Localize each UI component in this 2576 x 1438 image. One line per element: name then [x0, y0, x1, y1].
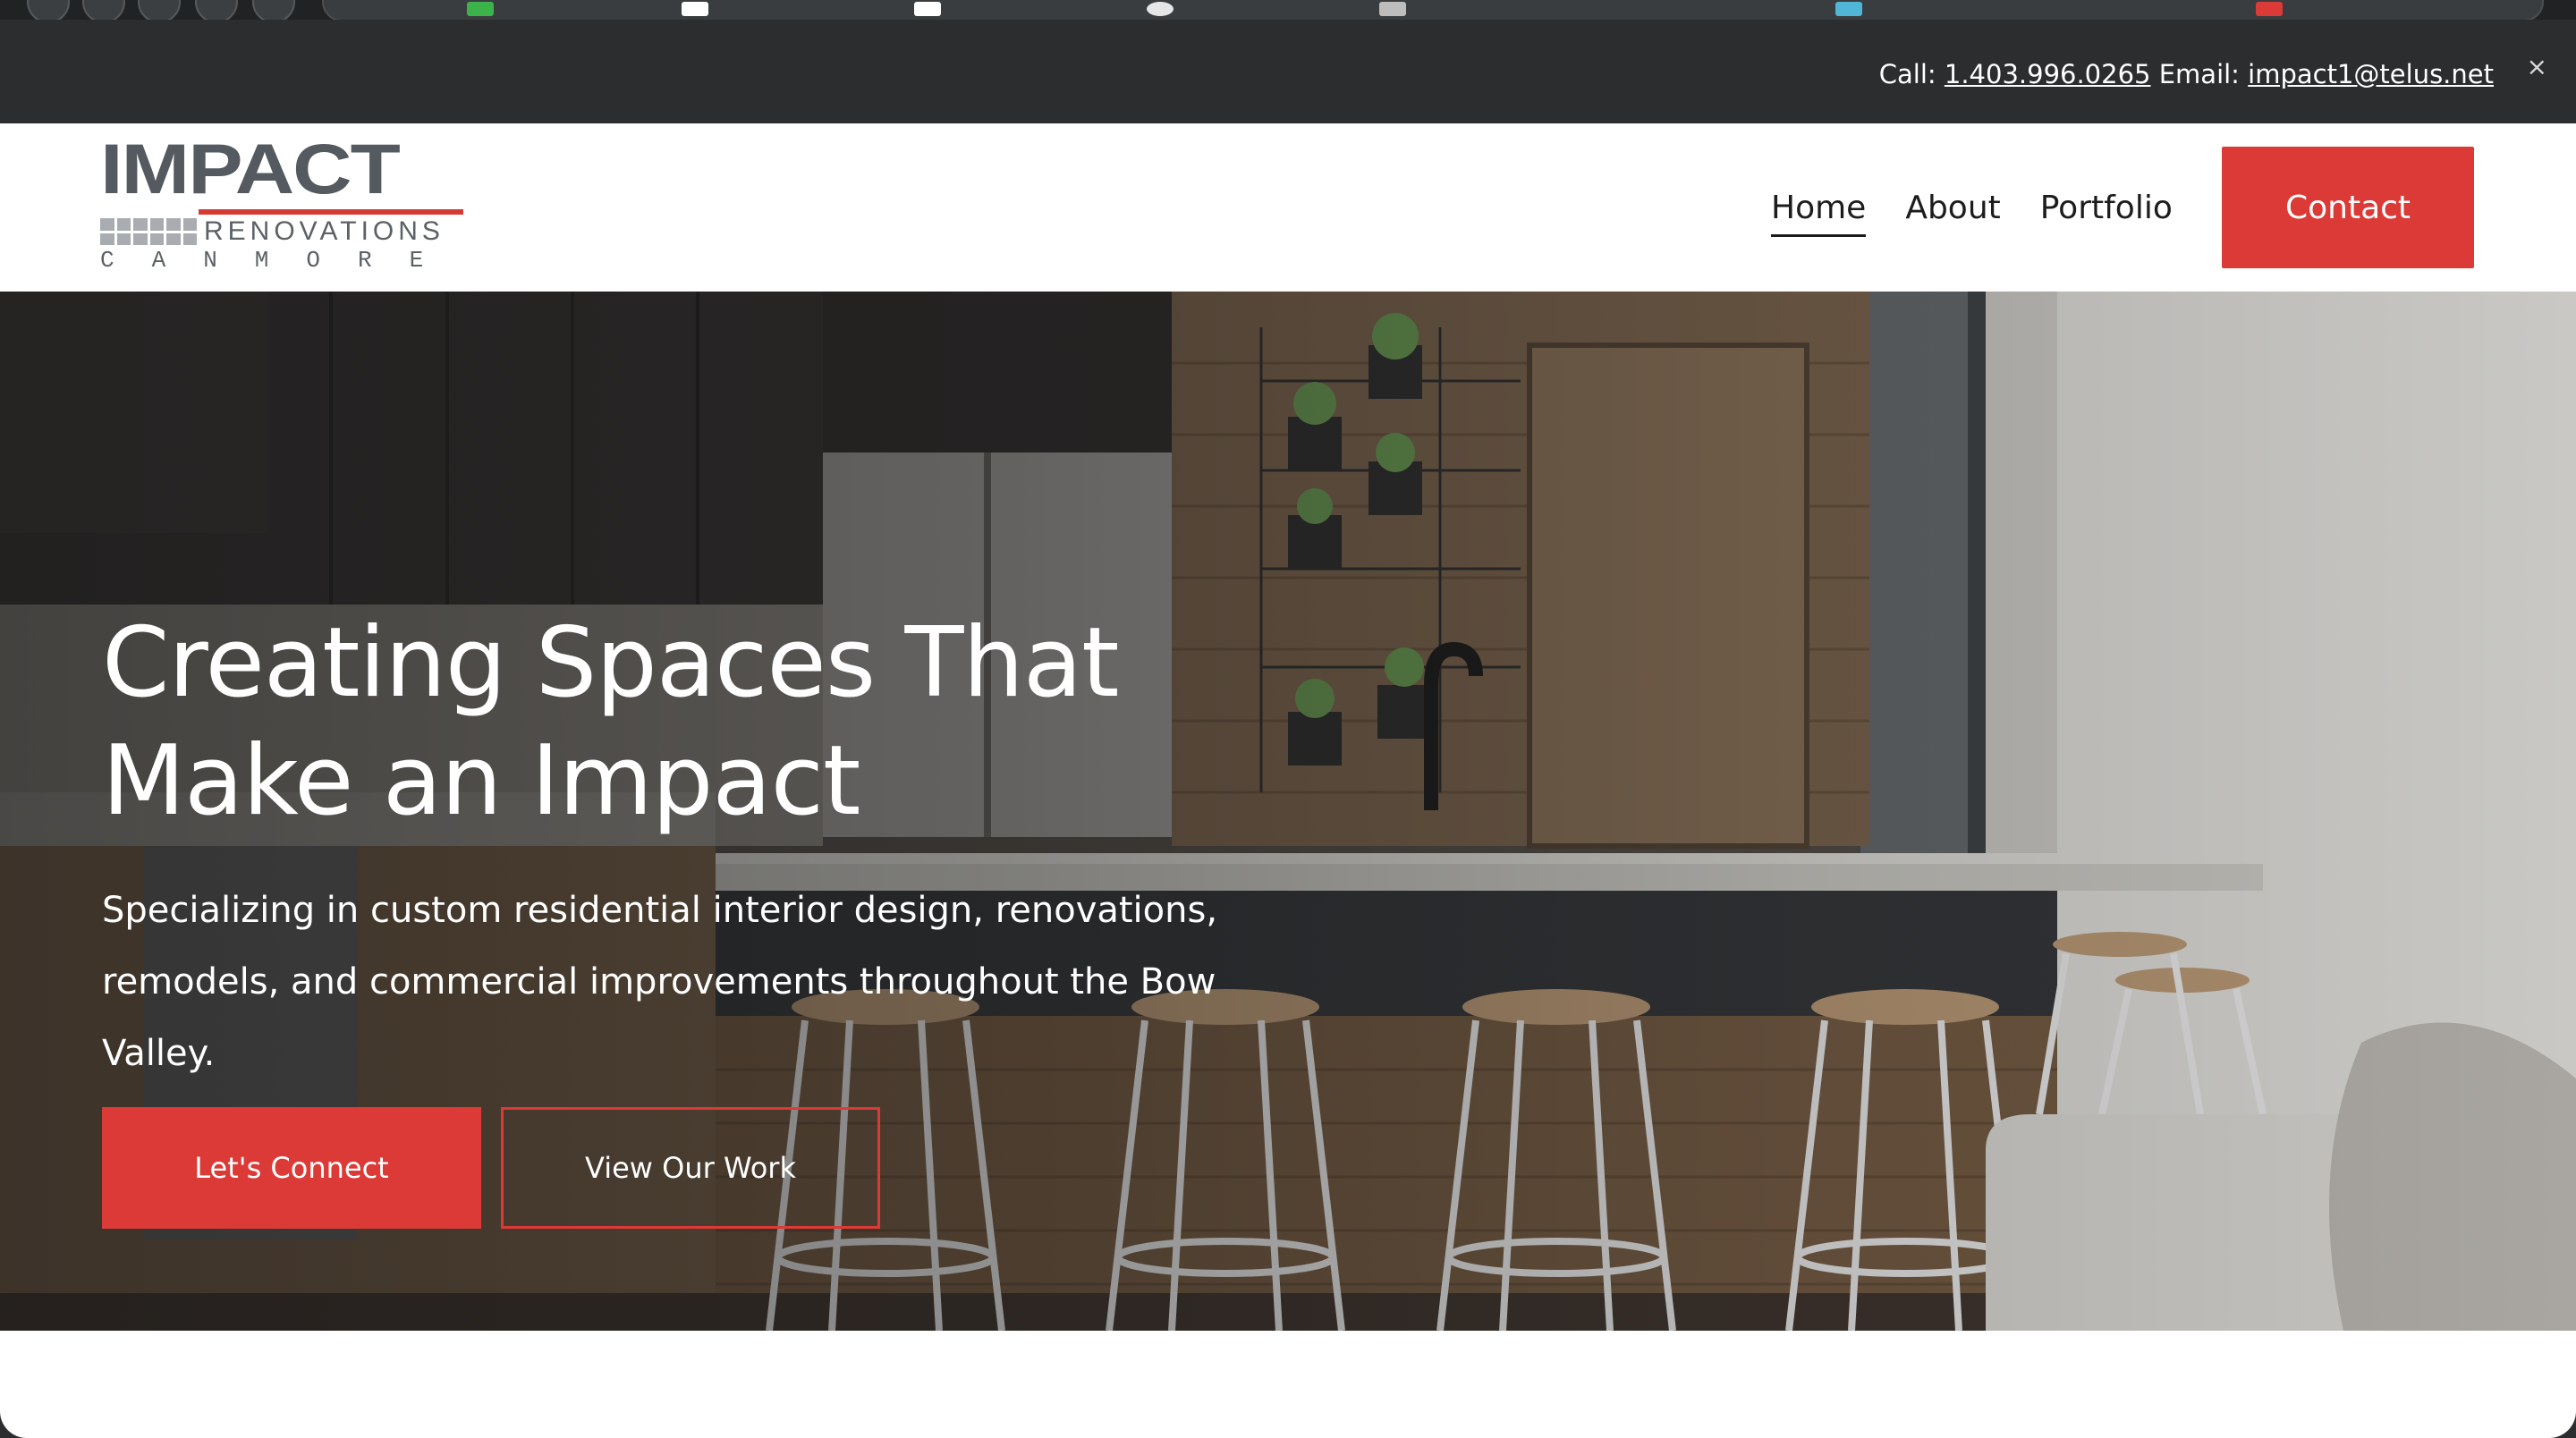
- nav-home[interactable]: Home: [1771, 190, 1867, 237]
- contact-button[interactable]: Contact: [2222, 147, 2474, 268]
- logo-wordmark: IMPACT: [100, 130, 401, 209]
- logo-accent-line: [199, 209, 463, 215]
- phone-link[interactable]: 1.403.996.0265: [1945, 59, 2151, 89]
- hero-title: Creating Spaces That Make an Impact: [102, 607, 1119, 837]
- page-content-start: [0, 1331, 2576, 1438]
- hero-section: Creating Spaces That Make an Impact Spec…: [0, 292, 2576, 1331]
- tab-favicon[interactable]: [1379, 2, 1406, 16]
- lets-connect-button[interactable]: Let's Connect: [102, 1107, 481, 1229]
- close-icon[interactable]: ×: [2527, 52, 2547, 81]
- main-nav: Home About Portfolio: [1771, 190, 2173, 237]
- site-header: IMPACT RENOVATIONS CANMORE Home About Po…: [0, 123, 2576, 293]
- tab-favicon[interactable]: [467, 2, 494, 16]
- nav-about[interactable]: About: [1905, 190, 2000, 237]
- tab-favicon[interactable]: [1147, 2, 1174, 16]
- email-label: Email:: [2158, 59, 2240, 89]
- browser-toolbar: [0, 0, 2576, 23]
- tab-favicon[interactable]: [914, 2, 941, 16]
- contact-info: Call: 1.403.996.0265 Email: impact1@telu…: [1879, 59, 2494, 89]
- logo-subtitle: RENOVATIONS: [204, 216, 445, 246]
- logo-city: CANMORE: [100, 247, 462, 274]
- announcement-bar: Call: 1.403.996.0265 Email: impact1@telu…: [0, 20, 2576, 123]
- tab-favicon[interactable]: [2256, 2, 2283, 16]
- tab-favicon[interactable]: [682, 2, 708, 16]
- view-our-work-button[interactable]: View Our Work: [501, 1107, 880, 1229]
- tab-favicon[interactable]: [1835, 2, 1862, 16]
- nav-portfolio[interactable]: Portfolio: [2040, 190, 2173, 237]
- logo-grid-icon: [100, 218, 197, 245]
- call-label: Call:: [1878, 59, 1936, 89]
- hero-subtitle: Specializing in custom residential inter…: [102, 890, 1218, 1074]
- browser-tab-strip[interactable]: [322, 0, 2544, 21]
- email-link[interactable]: impact1@telus.net: [2248, 59, 2494, 89]
- company-logo[interactable]: IMPACT RENOVATIONS CANMORE: [100, 134, 463, 274]
